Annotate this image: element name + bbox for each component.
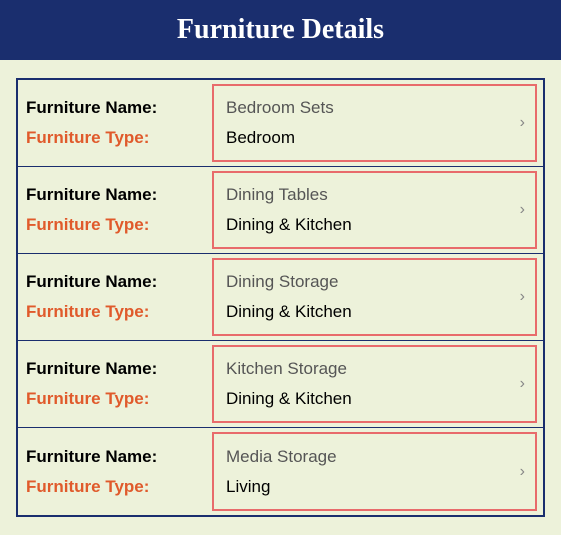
details-container: Furniture Name: Furniture Type: Bedroom … bbox=[0, 60, 561, 535]
label-furniture-name: Furniture Name: bbox=[26, 185, 202, 205]
chevron-right-icon: › bbox=[520, 463, 525, 481]
furniture-row[interactable]: Furniture Name: Furniture Type: Bedroom … bbox=[18, 80, 543, 167]
chevron-right-icon: › bbox=[520, 201, 525, 219]
chevron-right-icon: › bbox=[520, 375, 525, 393]
label-furniture-name: Furniture Name: bbox=[26, 359, 202, 379]
label-furniture-type: Furniture Type: bbox=[26, 215, 202, 235]
value-furniture-name: Dining Tables bbox=[226, 185, 499, 205]
label-furniture-type: Furniture Type: bbox=[26, 302, 202, 322]
row-values[interactable]: Kitchen Storage Dining & Kitchen › bbox=[212, 345, 537, 423]
furniture-row[interactable]: Furniture Name: Furniture Type: Dining T… bbox=[18, 167, 543, 254]
label-furniture-type: Furniture Type: bbox=[26, 389, 202, 409]
row-values[interactable]: Media Storage Living › bbox=[212, 432, 537, 511]
row-values[interactable]: Dining Tables Dining & Kitchen › bbox=[212, 171, 537, 249]
label-furniture-type: Furniture Type: bbox=[26, 477, 202, 497]
value-furniture-type: Dining & Kitchen bbox=[226, 215, 499, 235]
chevron-right-icon: › bbox=[520, 288, 525, 306]
furniture-row[interactable]: Furniture Name: Furniture Type: Kitchen … bbox=[18, 341, 543, 428]
row-labels: Furniture Name: Furniture Type: bbox=[18, 80, 212, 166]
value-furniture-type: Living bbox=[226, 477, 499, 497]
label-furniture-name: Furniture Name: bbox=[26, 447, 202, 467]
value-furniture-name: Dining Storage bbox=[226, 272, 499, 292]
label-furniture-name: Furniture Name: bbox=[26, 98, 202, 118]
label-furniture-name: Furniture Name: bbox=[26, 272, 202, 292]
row-values[interactable]: Dining Storage Dining & Kitchen › bbox=[212, 258, 537, 336]
row-labels: Furniture Name: Furniture Type: bbox=[18, 254, 212, 340]
furniture-row[interactable]: Furniture Name: Furniture Type: Media St… bbox=[18, 428, 543, 515]
value-furniture-name: Kitchen Storage bbox=[226, 359, 499, 379]
page-title: Furniture Details bbox=[0, 0, 561, 60]
row-labels: Furniture Name: Furniture Type: bbox=[18, 341, 212, 427]
details-box: Furniture Name: Furniture Type: Bedroom … bbox=[16, 78, 545, 517]
value-furniture-type: Dining & Kitchen bbox=[226, 302, 499, 322]
row-values[interactable]: Bedroom Sets Bedroom › bbox=[212, 84, 537, 162]
furniture-row[interactable]: Furniture Name: Furniture Type: Dining S… bbox=[18, 254, 543, 341]
chevron-right-icon: › bbox=[520, 114, 525, 132]
value-furniture-type: Bedroom bbox=[226, 128, 499, 148]
value-furniture-name: Media Storage bbox=[226, 447, 499, 467]
value-furniture-name: Bedroom Sets bbox=[226, 98, 499, 118]
row-labels: Furniture Name: Furniture Type: bbox=[18, 428, 212, 515]
value-furniture-type: Dining & Kitchen bbox=[226, 389, 499, 409]
row-labels: Furniture Name: Furniture Type: bbox=[18, 167, 212, 253]
label-furniture-type: Furniture Type: bbox=[26, 128, 202, 148]
